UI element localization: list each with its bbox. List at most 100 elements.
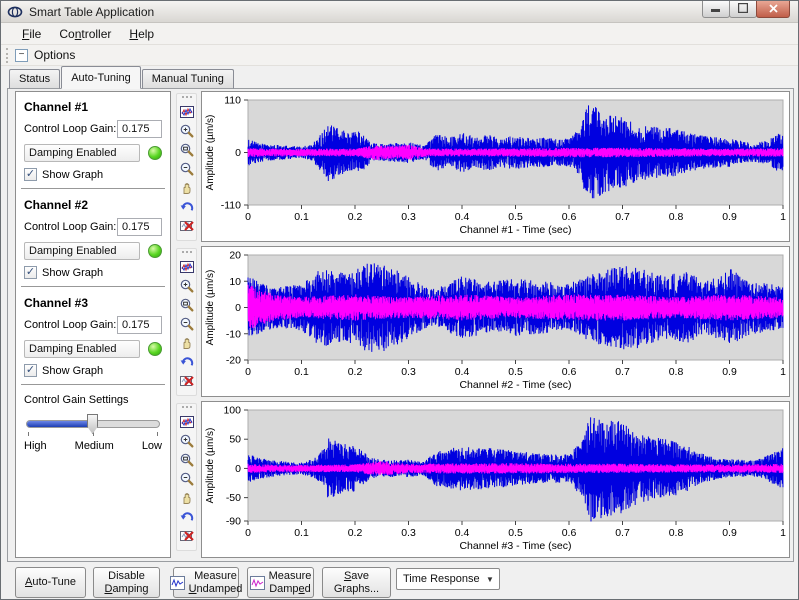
gain-input-ch2[interactable]	[117, 218, 162, 236]
toolbar-gripper[interactable]	[6, 48, 10, 63]
undo-icon	[179, 354, 195, 370]
pan-hand-icon	[179, 490, 195, 506]
damping-enabled-button-ch3[interactable]: Damping Enabled	[24, 340, 140, 358]
measure-damped-button[interactable]: MeasureDamped	[247, 567, 314, 598]
x-tick-label: 0.6	[562, 366, 577, 378]
y-tick-label: 0	[235, 147, 241, 159]
gain-label: Control Loop Gain:	[24, 221, 116, 233]
zoom-out-button[interactable]	[178, 314, 196, 333]
channel-3-group: Channel #3 Control Loop Gain: Damping En…	[24, 296, 162, 377]
damping-enabled-button-ch1[interactable]: Damping Enabled	[24, 144, 140, 162]
disable-damping-button[interactable]: DisableDamping	[93, 567, 160, 598]
graph-properties-icon	[179, 259, 195, 275]
response-type-select[interactable]: Time Response ▼	[396, 568, 500, 590]
x-tick-label: 0.5	[508, 366, 523, 378]
x-tick-label: 0.7	[615, 366, 630, 378]
close-button[interactable]	[756, 1, 790, 18]
tab-manual-tuning[interactable]: Manual Tuning	[142, 69, 234, 89]
gain-input-ch3[interactable]	[117, 316, 162, 334]
pan-hand-button[interactable]	[178, 488, 196, 507]
x-axis-label: Channel #3 - Time (sec)	[459, 540, 571, 552]
channel-1-group: Channel #1 Control Loop Gain: Damping En…	[24, 100, 162, 181]
toolbar-gripper[interactable]	[182, 406, 192, 410]
clear-graph-button[interactable]	[178, 216, 196, 235]
y-tick-label: -50	[226, 492, 241, 504]
y-tick-label: -10	[226, 328, 241, 340]
x-tick-label: 0.5	[508, 211, 523, 223]
x-tick-label: 0.9	[722, 211, 737, 223]
save-graphs-button[interactable]: SaveGraphs...	[322, 567, 391, 598]
clear-graph-button[interactable]	[178, 371, 196, 390]
menu-controller[interactable]: Controller	[50, 25, 120, 43]
damped-waveform-icon	[250, 576, 265, 590]
zoom-out-icon	[179, 161, 195, 177]
zoom-window-button[interactable]	[178, 140, 196, 159]
zoom-out-icon	[179, 471, 195, 487]
zoom-out-button[interactable]	[178, 469, 196, 488]
y-tick-label: 10	[229, 276, 241, 288]
pan-hand-icon	[179, 335, 195, 351]
clear-graph-button[interactable]	[178, 526, 196, 545]
x-tick-label: 1	[780, 211, 786, 223]
minimize-icon	[711, 0, 721, 18]
zoom-window-icon	[179, 452, 195, 468]
zoom-in-button[interactable]	[178, 121, 196, 140]
y-axis-label: Amplitude (µm/s)	[205, 115, 216, 191]
show-graph-checkbox-ch3[interactable]	[24, 364, 37, 377]
zoom-in-button[interactable]	[178, 431, 196, 450]
graph-properties-button[interactable]	[178, 257, 196, 276]
toolbar-gripper[interactable]	[182, 96, 192, 100]
gain-input-ch1[interactable]	[117, 120, 162, 138]
toolbar-gripper[interactable]	[182, 251, 192, 255]
menu-bar: File Controller Help	[1, 23, 798, 44]
show-graph-checkbox-ch2[interactable]	[24, 266, 37, 279]
zoom-in-icon	[179, 433, 195, 449]
zoom-out-button[interactable]	[178, 159, 196, 178]
tab-auto-tuning[interactable]: Auto-Tuning	[61, 66, 141, 89]
slider-label-low: Low	[142, 440, 162, 452]
x-tick-label: 0.6	[562, 211, 577, 223]
group-separator	[21, 286, 165, 288]
x-axis-label: Channel #1 - Time (sec)	[459, 224, 571, 236]
undo-button[interactable]	[178, 352, 196, 371]
measure-undamped-button[interactable]: MeasureUndamped	[173, 567, 239, 598]
channel-title: Channel #2	[24, 198, 162, 212]
undo-icon	[179, 509, 195, 525]
show-graph-checkbox-ch1[interactable]	[24, 168, 37, 181]
auto-tune-button[interactable]: Auto-Tune	[15, 567, 86, 598]
channel-title: Channel #1	[24, 100, 162, 114]
options-label: Options	[34, 48, 75, 62]
y-tick-label: -20	[226, 355, 241, 367]
maximize-button[interactable]	[729, 1, 757, 18]
undo-button[interactable]	[178, 507, 196, 526]
collapse-expander-icon[interactable]: −	[15, 49, 28, 62]
damping-enabled-button-ch2[interactable]: Damping Enabled	[24, 242, 140, 260]
zoom-in-button[interactable]	[178, 276, 196, 295]
gain-slider-thumb[interactable]	[87, 414, 98, 434]
x-tick-label: 1	[780, 527, 786, 539]
zoom-window-button[interactable]	[178, 450, 196, 469]
slider-label-high: High	[24, 440, 47, 452]
zoom-in-icon	[179, 123, 195, 139]
menu-file[interactable]: File	[13, 25, 50, 43]
x-tick-label: 0.9	[722, 366, 737, 378]
graph-properties-button[interactable]	[178, 412, 196, 431]
app-window: Smart Table Application File Controller …	[0, 0, 799, 600]
window-title: Smart Table Application	[29, 5, 154, 19]
x-tick-label: 0.4	[455, 527, 470, 539]
minimize-button[interactable]	[702, 1, 730, 18]
gain-slider-fill	[27, 421, 93, 427]
damping-status-led	[148, 342, 162, 356]
chart-toolbar-1	[176, 93, 197, 241]
menu-help[interactable]: Help	[120, 25, 163, 43]
graph-properties-button[interactable]	[178, 102, 196, 121]
pan-hand-button[interactable]	[178, 178, 196, 197]
tab-status[interactable]: Status	[9, 69, 60, 89]
chart-toolbar-3	[176, 403, 197, 551]
pan-hand-button[interactable]	[178, 333, 196, 352]
zoom-window-button[interactable]	[178, 295, 196, 314]
gain-slider[interactable]	[26, 420, 160, 428]
undo-button[interactable]	[178, 197, 196, 216]
zoom-in-icon	[179, 278, 195, 294]
x-tick-label: 0	[245, 527, 251, 539]
